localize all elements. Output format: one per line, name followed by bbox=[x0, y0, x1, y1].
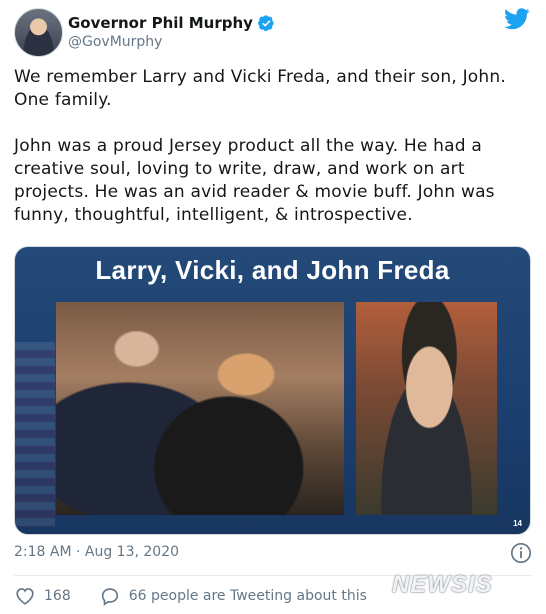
user-info: Governor Phil Murphy @GovMurphy bbox=[68, 14, 275, 50]
display-name[interactable]: Governor Phil Murphy bbox=[68, 14, 253, 32]
watermark-logo: NEWSIS bbox=[392, 571, 493, 598]
handle[interactable]: @GovMurphy bbox=[68, 34, 275, 50]
tweeting-about-text: 66 people are Tweeting about this bbox=[128, 588, 367, 604]
heart-icon bbox=[16, 588, 34, 605]
reply-icon bbox=[101, 588, 118, 606]
slide-title: Larry, Vicki, and John Freda bbox=[95, 255, 450, 285]
tweet-actions: 168 66 people are Tweeting about this bbox=[14, 584, 367, 608]
photo-larry-and-vicki bbox=[56, 302, 344, 515]
verified-badge-icon bbox=[257, 14, 274, 31]
twitter-bird-icon[interactable] bbox=[504, 8, 530, 30]
like-button[interactable]: 168 bbox=[14, 585, 71, 607]
tweeting-about-link[interactable]: 66 people are Tweeting about this bbox=[99, 585, 367, 607]
slide-number: 14 bbox=[513, 519, 522, 528]
tweet-paragraph: We remember Larry and Vicki Freda, and t… bbox=[14, 67, 506, 110]
tweet-paragraph: John was a proud Jersey product all the … bbox=[14, 136, 495, 225]
avatar[interactable] bbox=[14, 8, 63, 57]
info-icon[interactable] bbox=[510, 542, 532, 564]
tweet-timestamp[interactable]: 2:18 AM · Aug 13, 2020 bbox=[14, 544, 179, 560]
flag-decoration bbox=[15, 342, 55, 527]
photo-john bbox=[356, 302, 497, 515]
tweet-text: We remember Larry and Vicki Freda, and t… bbox=[14, 66, 524, 227]
tweet-card: Governor Phil Murphy @GovMurphy We remem… bbox=[0, 0, 546, 614]
like-count: 168 bbox=[44, 588, 71, 604]
tweet-header: Governor Phil Murphy @GovMurphy bbox=[14, 8, 534, 60]
name-row: Governor Phil Murphy bbox=[68, 14, 275, 32]
tweet-media-image[interactable]: Larry, Vicki, and John Freda 14 bbox=[14, 246, 531, 535]
